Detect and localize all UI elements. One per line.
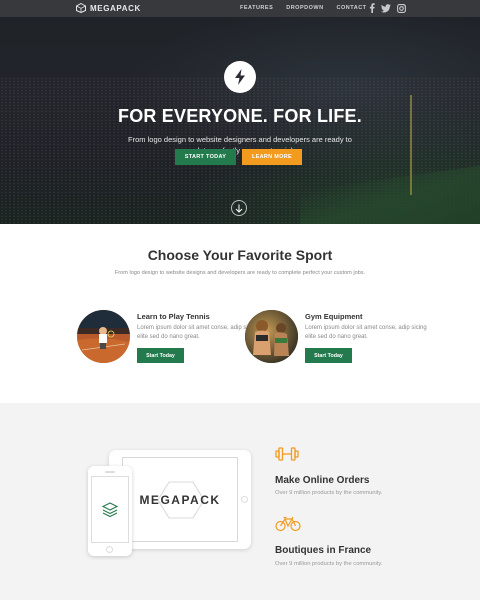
feature-text-orders: Over 9 million products by the community…	[275, 490, 383, 496]
bicycle-icon	[275, 516, 301, 532]
start-today-tennis-button[interactable]: Start Today	[137, 348, 184, 363]
tablet-screen: MEGAPACK	[122, 457, 238, 542]
dumbbell-icon	[275, 447, 299, 461]
feature-text-boutiques: Over 9 million products by the community…	[275, 561, 383, 567]
social-links	[369, 3, 406, 13]
hero-badge	[224, 61, 256, 93]
learn-more-button[interactable]: LEARN MORE	[242, 149, 302, 165]
section-title-sports: Choose Your Favorite Sport	[147, 247, 333, 263]
hero-title: FOR EVERYONE. FOR LIFE.	[118, 106, 362, 126]
twitter-icon[interactable]	[381, 3, 391, 13]
nav-link-contact[interactable]: CONTACT	[337, 5, 367, 11]
nav-links: FEATURES DROPDOWN CONTACT	[240, 5, 367, 11]
instagram-icon[interactable]	[397, 3, 406, 13]
phone-speaker	[105, 471, 115, 473]
phone-home-button	[106, 546, 113, 553]
start-today-button[interactable]: START TODAY	[175, 149, 236, 165]
feature-title-orders: Make Online Orders	[275, 475, 370, 486]
top-navbar: MEGAPACK FEATURES DROPDOWN CONTACT	[0, 0, 480, 17]
lightning-bolt-icon	[235, 69, 245, 85]
arrow-down-icon	[235, 204, 243, 213]
phone-screen	[91, 476, 129, 543]
nav-link-features[interactable]: FEATURES	[240, 5, 273, 11]
tablet-home-button	[241, 496, 248, 503]
feature-title-boutiques: Boutiques in France	[275, 545, 372, 556]
facebook-icon[interactable]	[369, 3, 375, 13]
nav-link-dropdown[interactable]: DROPDOWN	[286, 5, 323, 11]
phone-mockup	[88, 466, 132, 556]
hero-subtitle: From logo design to website designers an…	[128, 135, 352, 155]
brand-name: MEGAPACK	[90, 3, 141, 13]
cube-logo-icon	[76, 3, 86, 13]
start-today-gym-button[interactable]: Start Today	[305, 348, 352, 363]
card-text-gym: Lorem ipsum dolor sit amet conse, adip s…	[305, 325, 427, 340]
tennis-image	[77, 310, 130, 363]
scroll-down-button[interactable]	[231, 200, 247, 216]
card-title-gym: Gym Equipment	[305, 312, 363, 321]
gym-image	[245, 310, 298, 363]
hero-section: FOR EVERYONE. FOR LIFE. From logo design…	[0, 17, 480, 224]
section-subtitle-sports: From logo design to website designs and …	[114, 270, 366, 276]
card-title-tennis: Learn to Play Tennis	[137, 312, 210, 321]
stacked-layers-icon	[102, 501, 118, 517]
brand-logo[interactable]: MEGAPACK	[76, 3, 141, 13]
tablet-brand-logo: MEGAPACK	[139, 492, 221, 507]
